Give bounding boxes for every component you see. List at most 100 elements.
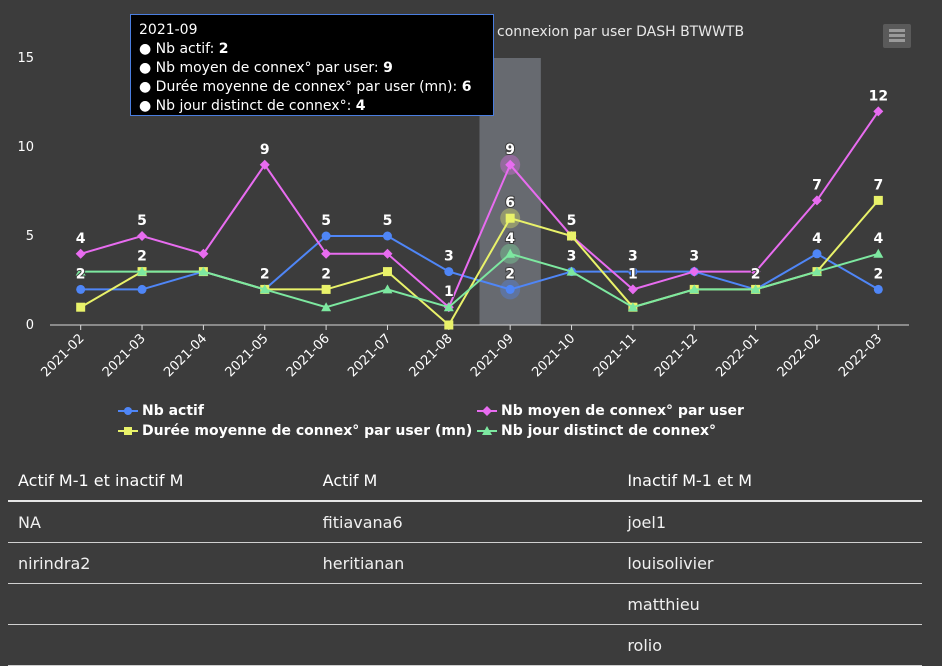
data-point — [137, 231, 148, 241]
data-label: 2 — [751, 266, 761, 282]
data-label: 4 — [76, 231, 86, 247]
table-cell: rolio — [617, 624, 922, 666]
table-cell: heritianan — [312, 542, 618, 584]
x-tick-label: 2021-02 — [38, 331, 87, 380]
tooltip-label: Nb jour distinct de connex°: — [155, 98, 356, 114]
y-tick-label: 0 — [26, 318, 34, 333]
table-cell: fitiavana6 — [312, 501, 618, 543]
data-point — [567, 231, 577, 241]
x-tick-label: 2021-10 — [529, 331, 578, 380]
data-point — [505, 213, 515, 223]
tooltip-value: 9 — [383, 60, 393, 76]
legend-diamond-icon — [477, 406, 497, 416]
table-cell: matthieu — [617, 583, 922, 625]
line-chart: 0 5 10 15 2021-02 2021-03 2021-04 2021-05 2021-0… — [0, 0, 942, 460]
legend-item-nb-moyen[interactable]: Nb moyen de connex° par user — [477, 403, 744, 419]
x-tick-label: 2021-04 — [161, 331, 210, 380]
x-tick-label: 2021-12 — [652, 331, 701, 380]
column-header: Actif M — [312, 460, 618, 502]
data-point — [444, 320, 454, 330]
x-tick-label: 2021-05 — [223, 331, 272, 380]
table-cell — [8, 624, 313, 666]
table-cell: nirindra2 — [8, 542, 313, 584]
data-point — [505, 284, 515, 294]
x-tick-label: 2021-07 — [345, 331, 394, 380]
column-header: Actif M-1 et inactif M — [8, 460, 313, 502]
data-label: 7 — [873, 177, 883, 193]
data-label: 3 — [567, 249, 577, 265]
users-table: Actif M-1 et inactif M Actif M Inactif M… — [8, 460, 922, 666]
tooltip-row: ● Nb moyen de connex° par user: 9 — [139, 60, 393, 76]
data-label: 3 — [628, 249, 638, 265]
data-point — [321, 231, 331, 241]
legend-triangle-icon — [477, 426, 497, 435]
x-tick-label: 2022-01 — [713, 331, 762, 380]
legend-square-icon — [118, 427, 138, 435]
table-header-row: Actif M-1 et inactif M Actif M Inactif M… — [8, 460, 922, 502]
chart-title: connexion par user DASH BTWWTB — [497, 24, 745, 40]
data-point — [812, 249, 822, 259]
data-label: 2 — [137, 249, 147, 265]
data-label: 3 — [689, 249, 699, 265]
legend-label: Durée moyenne de connex° par user (mn) — [142, 423, 473, 439]
data-label: 4 — [812, 231, 822, 247]
table-row: nirindra2 heritianan louisolivier — [8, 542, 922, 584]
data-label: 6 — [505, 195, 515, 211]
data-label: 7 — [812, 177, 822, 193]
tooltip-value: 2 — [218, 41, 229, 57]
data-point — [76, 284, 86, 294]
data-label: 5 — [137, 213, 147, 229]
tooltip-label: Nb moyen de connex° par user: — [155, 60, 384, 76]
data-label: 1 — [444, 284, 454, 300]
data-label: 5 — [383, 213, 393, 229]
tooltip-label: Durée moyenne de connex° par user (mn): — [155, 79, 462, 95]
table-cell — [312, 583, 618, 625]
legend-item-nb-actif[interactable]: Nb actif — [118, 403, 204, 419]
table-cell: louisolivier — [617, 542, 922, 584]
table-cell — [8, 583, 313, 625]
x-tick-label: 2021-08 — [407, 331, 456, 380]
legend-item-duree[interactable]: Durée moyenne de connex° par user (mn) — [118, 423, 472, 439]
data-label: 9 — [260, 142, 270, 158]
x-tick-label: 2022-03 — [836, 331, 885, 380]
table-cell — [312, 624, 618, 666]
table-row: rolio — [8, 624, 922, 666]
data-point — [75, 248, 86, 259]
data-point — [689, 266, 700, 277]
data-label: 4 — [505, 231, 515, 247]
tooltip-label: Nb actif: — [155, 41, 219, 57]
data-label: 2 — [76, 266, 86, 282]
y-tick-label: 5 — [26, 229, 34, 244]
tooltip-value: 4 — [355, 98, 366, 114]
data-point — [873, 248, 884, 258]
data-label: 5 — [567, 213, 577, 229]
data-point — [444, 267, 454, 277]
hamburger-menu-icon[interactable] — [883, 24, 911, 48]
x-tick-label: 2022-02 — [775, 331, 824, 380]
data-point — [321, 284, 331, 294]
legend-label: Nb actif — [142, 403, 204, 419]
data-label: 4 — [873, 231, 883, 247]
y-tick-label: 10 — [17, 140, 34, 155]
y-tick-label: 15 — [17, 51, 34, 66]
data-point — [873, 284, 883, 294]
legend-label: Nb jour distinct de connex° — [501, 423, 717, 439]
data-point — [76, 302, 86, 312]
data-label: 2 — [321, 266, 331, 282]
table-row: NA fitiavana6 joel1 — [8, 501, 922, 543]
legend-item-nb-jour[interactable]: Nb jour distinct de connex° — [477, 423, 716, 439]
data-point — [382, 267, 392, 277]
table-cell: NA — [8, 501, 313, 543]
data-label: 2 — [260, 266, 270, 282]
data-point — [873, 195, 883, 205]
data-label: 2 — [505, 266, 515, 282]
x-tick-label: 2021-09 — [468, 331, 517, 380]
tooltip-header: 2021-09 — [139, 22, 198, 38]
x-tick-label: 2021-11 — [591, 331, 640, 380]
column-header: Inactif M-1 et M — [617, 460, 922, 502]
data-point — [382, 231, 392, 241]
data-label: 5 — [321, 213, 331, 229]
tooltip-value: 6 — [461, 79, 472, 95]
table-row: matthieu — [8, 583, 922, 625]
x-tick-label: 2021-03 — [100, 331, 149, 380]
